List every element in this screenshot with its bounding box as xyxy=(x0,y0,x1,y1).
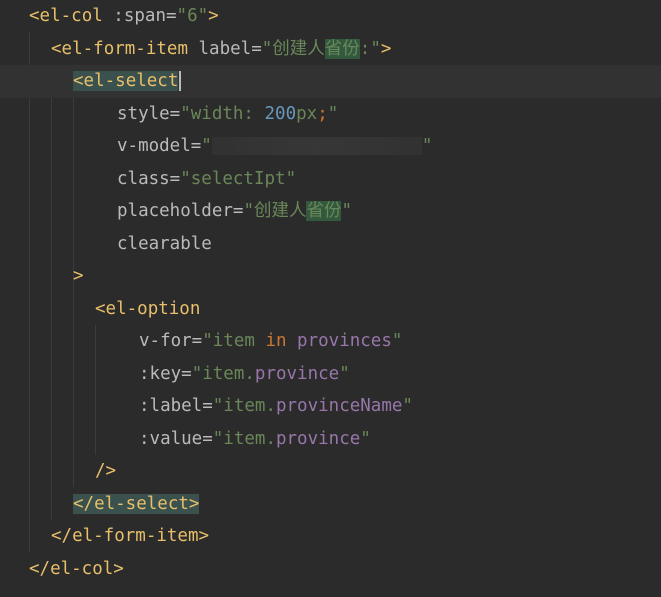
code-line-6[interactable]: class="selectIpt" xyxy=(0,163,661,196)
tag-name: el-option xyxy=(105,298,201,319)
code-line-7[interactable]: placeholder="创建人省份" xyxy=(0,195,661,228)
number: 200 xyxy=(264,103,297,124)
bracket: </ xyxy=(29,558,51,579)
bracket: > xyxy=(73,266,84,286)
bracket: < xyxy=(73,71,84,91)
attr-value: " xyxy=(341,201,353,221)
attr-value: "item. xyxy=(191,363,255,384)
tag-name: el-form-item xyxy=(72,526,199,546)
code-line-16[interactable]: </el-select> xyxy=(0,488,661,521)
code-line-10[interactable]: <el-option xyxy=(0,293,661,326)
attr-value: "selectIpt" xyxy=(180,168,297,189)
tag-name: el-col xyxy=(50,558,114,579)
code-editor[interactable]: <el-col :span="6"> <el-form-item label="… xyxy=(0,0,661,597)
attr-name: v-model= xyxy=(117,136,202,156)
attr-value: :" xyxy=(359,38,381,59)
attr-value: "width: xyxy=(180,103,265,124)
attr-name: style= xyxy=(117,103,181,124)
tag-name: el-col xyxy=(39,6,103,26)
attr-value: " xyxy=(421,136,433,156)
bracket: < xyxy=(51,38,62,59)
attr-value: " xyxy=(339,363,350,384)
attr-name: :span= xyxy=(102,6,177,26)
attr-name: :value= xyxy=(139,428,213,449)
attr-value: "创建人 xyxy=(243,201,307,221)
redacted-value xyxy=(211,137,422,155)
property: provinceName xyxy=(275,396,403,416)
bracket: < xyxy=(29,6,40,26)
search-highlight: 省份 xyxy=(324,38,360,59)
code-line-13[interactable]: :label="item.provinceName" xyxy=(0,390,661,423)
attr-name: label= xyxy=(187,38,262,59)
bracket: </ xyxy=(51,526,73,546)
attr-value: "6" xyxy=(176,6,209,26)
attr-name: :label= xyxy=(139,396,213,416)
attr-value: "item xyxy=(202,331,266,351)
bracket: > xyxy=(113,558,124,579)
attr-value: px xyxy=(296,103,318,124)
search-highlight: 省份 xyxy=(306,201,342,221)
attr-name: v-for= xyxy=(139,331,203,351)
code-line-8[interactable]: clearable xyxy=(0,228,661,261)
attr-value: " xyxy=(201,136,212,156)
code-line-5[interactable]: v-model=" " xyxy=(0,130,661,163)
property: province xyxy=(275,428,361,449)
bracket: > xyxy=(380,38,392,59)
code-line-14[interactable]: :value="item.province" xyxy=(0,423,661,456)
code-line-3[interactable]: <el-select xyxy=(0,65,661,98)
bracket: /> xyxy=(95,461,117,481)
semicolon: ; xyxy=(317,103,328,124)
tag-name: el-select xyxy=(94,493,189,514)
bracket: > xyxy=(208,6,219,26)
attr-value: "创建人 xyxy=(261,38,325,59)
keyword: in xyxy=(265,331,287,351)
attr-name: :key= xyxy=(139,363,192,384)
code-line-1[interactable]: <el-col :span="6"> xyxy=(0,0,661,33)
code-line-9[interactable]: > xyxy=(0,260,661,293)
attr-name: class= xyxy=(117,168,181,189)
code-line-18[interactable]: </el-col> xyxy=(0,553,661,586)
bracket: > xyxy=(188,493,200,514)
tag-name: el-select xyxy=(83,71,179,91)
bracket: </ xyxy=(73,493,95,514)
attr-value: " xyxy=(402,396,413,416)
code-line-4[interactable]: style="width: 200px;" xyxy=(0,98,661,131)
attr-value: " xyxy=(327,103,339,124)
attr-value: "item. xyxy=(212,428,276,449)
bracket: < xyxy=(95,298,106,319)
code-line-11[interactable]: v-for="item in provinces" xyxy=(0,325,661,358)
code-line-12[interactable]: :key="item.province" xyxy=(0,358,661,391)
attr-name: placeholder= xyxy=(117,201,244,221)
property: province xyxy=(254,363,340,384)
attr-value: "item. xyxy=(212,396,276,416)
attr-name: clearable xyxy=(117,233,212,254)
attr-value: " xyxy=(391,331,403,351)
tag-name: el-form-item xyxy=(61,38,188,59)
code-line-15[interactable]: /> xyxy=(0,455,661,488)
text-caret xyxy=(179,71,182,91)
attr-value: " xyxy=(360,428,371,449)
bracket: > xyxy=(198,526,210,546)
variable: provinces xyxy=(286,331,392,351)
code-line-2[interactable]: <el-form-item label="创建人省份:"> xyxy=(0,33,661,66)
code-line-17[interactable]: </el-form-item> xyxy=(0,520,661,553)
